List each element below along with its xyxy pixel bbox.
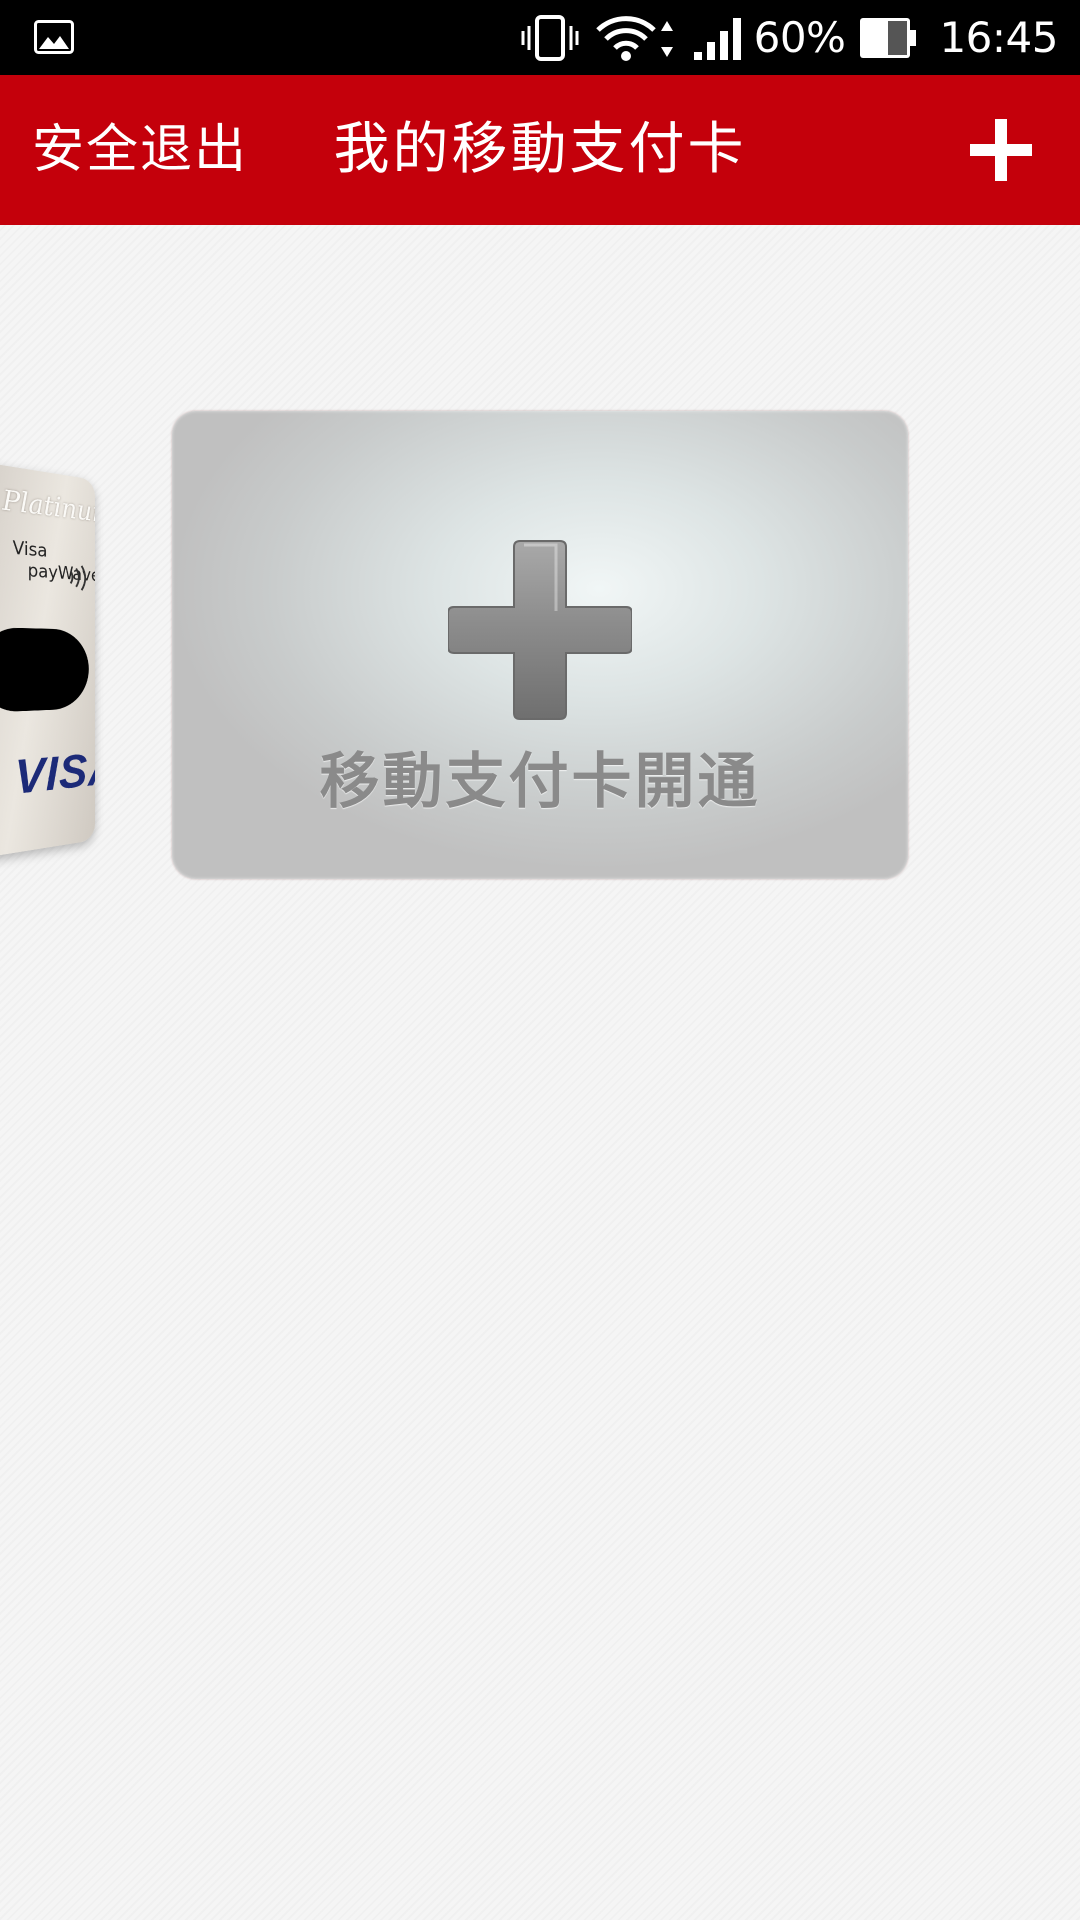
card-visa-text: Visa	[12, 537, 48, 563]
contactless-icon	[67, 562, 89, 594]
previous-card[interactable]: Platinum Visa payWave VISA	[0, 445, 95, 875]
status-icons: 60% 16:45	[520, 0, 1058, 75]
card-platinum-text: Platinum	[2, 484, 95, 531]
battery-icon	[860, 17, 917, 58]
visa-logo: VISA	[14, 741, 95, 805]
card-redaction	[0, 626, 89, 714]
clock: 16:45	[939, 13, 1058, 62]
status-bar: 60% 16:45	[0, 0, 1080, 75]
add-card-label: 移動支付卡開通	[319, 747, 761, 817]
app-bar: 安全退出 我的移動支付卡	[0, 75, 1080, 225]
gallery-icon	[34, 20, 74, 54]
plus-icon[interactable]	[968, 117, 1034, 183]
plus-icon	[448, 540, 632, 720]
wifi-icon	[595, 15, 673, 61]
battery-percentage: 60%	[753, 13, 846, 62]
card-carousel[interactable]: Platinum Visa payWave VISA 移動支付卡開通	[0, 225, 1080, 1920]
page-title: 我的移動支付卡	[0, 75, 1080, 225]
vibrate-icon	[521, 14, 579, 61]
signal-icon	[693, 17, 741, 60]
page-title-text: 我的移動支付卡	[333, 117, 747, 182]
add-card[interactable]: 移動支付卡開通	[172, 411, 908, 879]
